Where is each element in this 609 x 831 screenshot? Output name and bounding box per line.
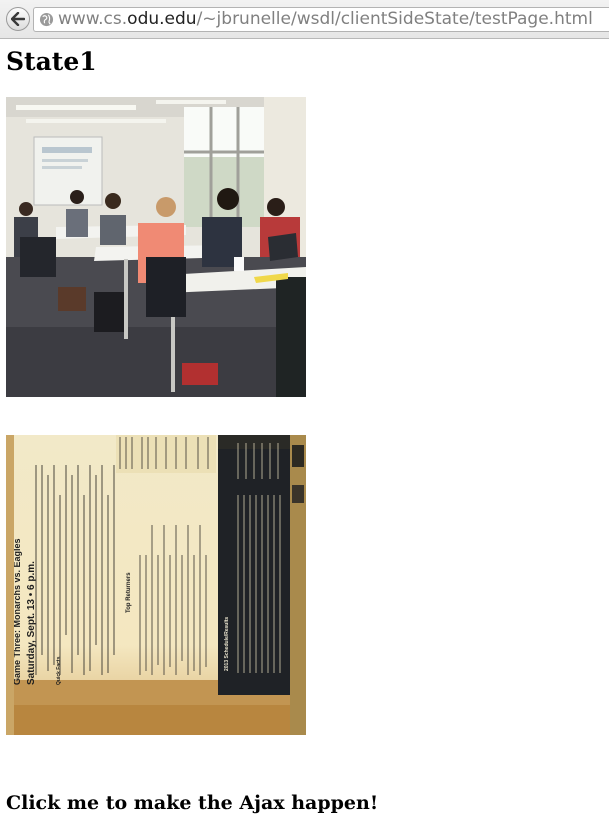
url-path: /~jbrunelle/wsdl/clientSideState/testPag… <box>196 9 593 29</box>
back-arrow-icon <box>11 12 25 26</box>
schedule-heading: 2013 Schedule/Results <box>224 617 230 671</box>
url-text: www.cs.odu.edu/~jbrunelle/wsdl/clientSid… <box>58 9 593 30</box>
browser-toolbar: www.cs.odu.edu/~jbrunelle/wsdl/clientSid… <box>0 0 609 39</box>
classroom-photo <box>6 97 306 397</box>
ajax-trigger-link[interactable]: Click me to make the Ajax happen! <box>6 791 378 815</box>
url-host: odu.edu <box>127 9 197 29</box>
program-page-photo: Game Three: Monarchs vs. Eagles Saturday… <box>6 435 306 735</box>
address-bar[interactable]: www.cs.odu.edu/~jbrunelle/wsdl/clientSid… <box>33 7 609 32</box>
page-title: State1 <box>6 47 97 76</box>
url-prefix: www.cs. <box>58 9 128 29</box>
globe-icon <box>39 12 54 27</box>
program-subtitle: Saturday, Sept. 13 • 6 p.m. <box>26 561 37 685</box>
top-returners-heading: Top Returners <box>126 572 132 613</box>
quick-facts-heading: Quick Facts <box>56 656 62 685</box>
back-button[interactable] <box>6 7 30 31</box>
